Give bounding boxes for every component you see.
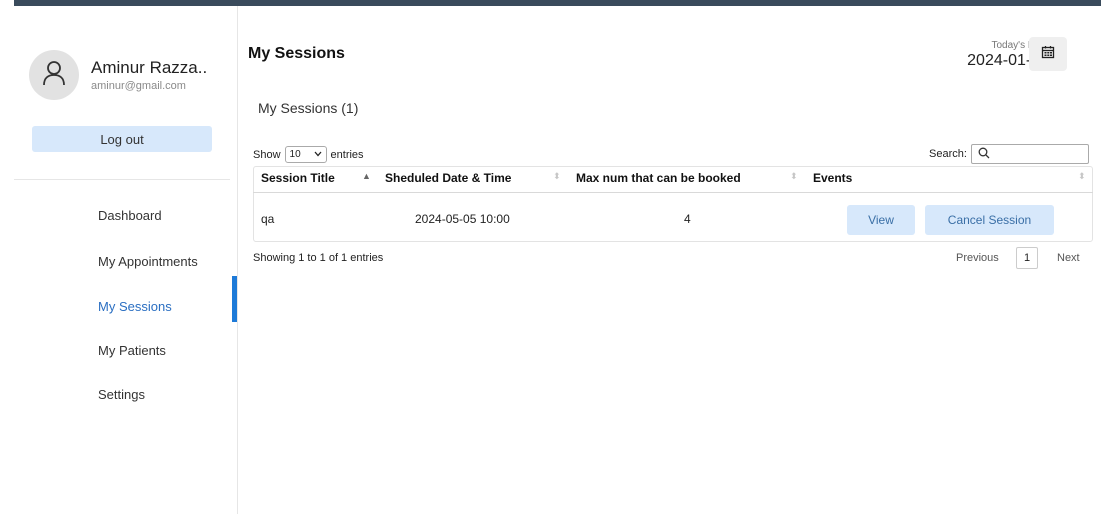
sidebar-item-my-patients[interactable]: My Patients	[98, 343, 166, 358]
page-title: My Sessions	[248, 45, 345, 62]
show-label: Show	[253, 148, 281, 161]
cell-session-title: qa	[261, 212, 275, 226]
sidebar-divider	[14, 179, 230, 180]
sort-icon[interactable]: ⬍	[553, 171, 561, 181]
pagination-next[interactable]: Next	[1057, 252, 1080, 264]
entries-select[interactable]: 10	[284, 146, 327, 163]
user-icon	[39, 58, 69, 93]
search-icon	[978, 147, 990, 162]
logout-button[interactable]: Log out	[32, 126, 212, 152]
sidebar-item-my-sessions[interactable]: My Sessions	[98, 299, 172, 314]
sidebar-item-my-appointments[interactable]: My Appointments	[98, 254, 198, 269]
view-button[interactable]: View	[847, 205, 915, 235]
column-header-session-title[interactable]: Session Title	[261, 171, 335, 185]
table-header-divider	[253, 192, 1093, 193]
cell-max-num: 4	[684, 212, 691, 226]
search-input[interactable]	[970, 144, 1089, 164]
sort-icon[interactable]: ⬍	[1078, 171, 1086, 181]
section-heading: My Sessions (1)	[258, 100, 359, 116]
active-indicator	[232, 276, 237, 322]
calendar-button[interactable]	[1029, 37, 1067, 71]
cancel-session-button[interactable]: Cancel Session	[925, 205, 1054, 235]
cell-scheduled-datetime: 2024-05-05 10:00	[415, 212, 510, 226]
user-email: aminur@gmail.com	[91, 80, 186, 92]
table-search: Search:	[929, 144, 1089, 164]
sort-icon[interactable]: ⬍	[790, 171, 798, 181]
pagination-page-1[interactable]: 1	[1016, 247, 1038, 269]
sidebar-item-dashboard[interactable]: Dashboard	[98, 208, 162, 223]
entries-label: entries	[330, 148, 364, 161]
user-name: Aminur Razza..	[91, 58, 208, 77]
chevron-down-icon	[314, 149, 322, 160]
sort-asc-icon[interactable]: ▲	[362, 171, 371, 181]
entries-length-control: Show 10 entries	[253, 146, 364, 163]
sidebar-item-settings[interactable]: Settings	[98, 387, 145, 402]
search-label: Search:	[929, 148, 967, 160]
column-header-scheduled-date[interactable]: Sheduled Date & Time	[385, 171, 511, 185]
table-info: Showing 1 to 1 of 1 entries	[253, 252, 384, 264]
pagination-previous[interactable]: Previous	[956, 252, 999, 264]
column-header-events[interactable]: Events	[813, 171, 852, 185]
entries-select-value: 10	[289, 149, 301, 160]
avatar	[29, 50, 79, 100]
calendar-icon	[1041, 45, 1055, 64]
column-header-max-num[interactable]: Max num that can be booked	[576, 171, 741, 185]
